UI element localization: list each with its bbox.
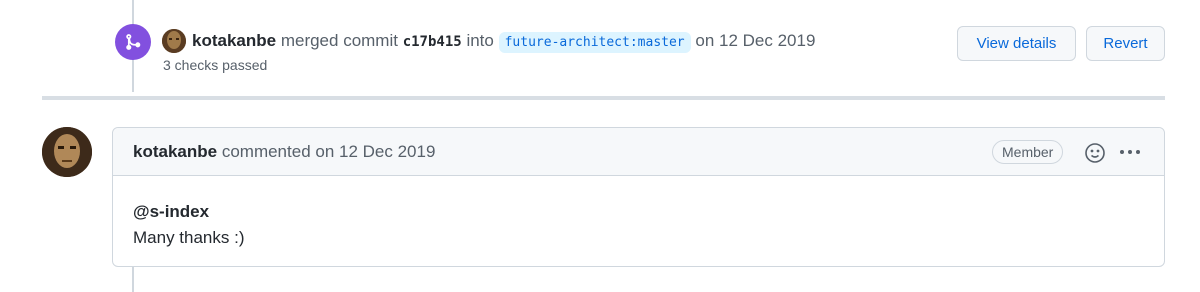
comment-meta: kotakanbe commented on 12 Dec 2019 xyxy=(133,142,435,162)
avatar[interactable] xyxy=(42,127,92,177)
avatar[interactable] xyxy=(162,29,186,53)
revert-button[interactable]: Revert xyxy=(1086,26,1165,61)
merge-action-text: merged commit xyxy=(280,31,398,50)
merge-author-link[interactable]: kotakanbe xyxy=(192,31,276,50)
checks-status[interactable]: 3 checks passed xyxy=(163,57,267,73)
comment-body: @s-index Many thanks :) xyxy=(133,199,245,251)
comment-text: Many thanks :) xyxy=(133,228,245,247)
timeline-divider xyxy=(42,96,1165,100)
comment-header: kotakanbe commented on 12 Dec 2019 Membe… xyxy=(113,128,1164,176)
comment-author-link[interactable]: kotakanbe xyxy=(133,142,217,161)
merge-into-text: into xyxy=(466,31,494,50)
timeline-line xyxy=(132,265,134,292)
view-details-button[interactable]: View details xyxy=(957,26,1076,61)
role-badge: Member xyxy=(992,140,1064,164)
commit-sha-link[interactable]: c17b415 xyxy=(403,34,462,50)
merge-date-text[interactable]: on 12 Dec 2019 xyxy=(695,31,815,50)
merge-event-text: kotakanbe merged commit c17b415 into fut… xyxy=(192,30,815,54)
git-merge-icon xyxy=(115,24,151,60)
comment-box: kotakanbe commented on 12 Dec 2019 Membe… xyxy=(112,127,1165,267)
kebab-menu-icon[interactable] xyxy=(1117,142,1143,162)
user-mention-link[interactable]: @s-index xyxy=(133,199,245,225)
comment-timestamp[interactable]: commented on 12 Dec 2019 xyxy=(222,142,436,161)
smiley-icon[interactable] xyxy=(1083,141,1107,165)
branch-name-link[interactable]: future-architect:master xyxy=(498,32,691,53)
